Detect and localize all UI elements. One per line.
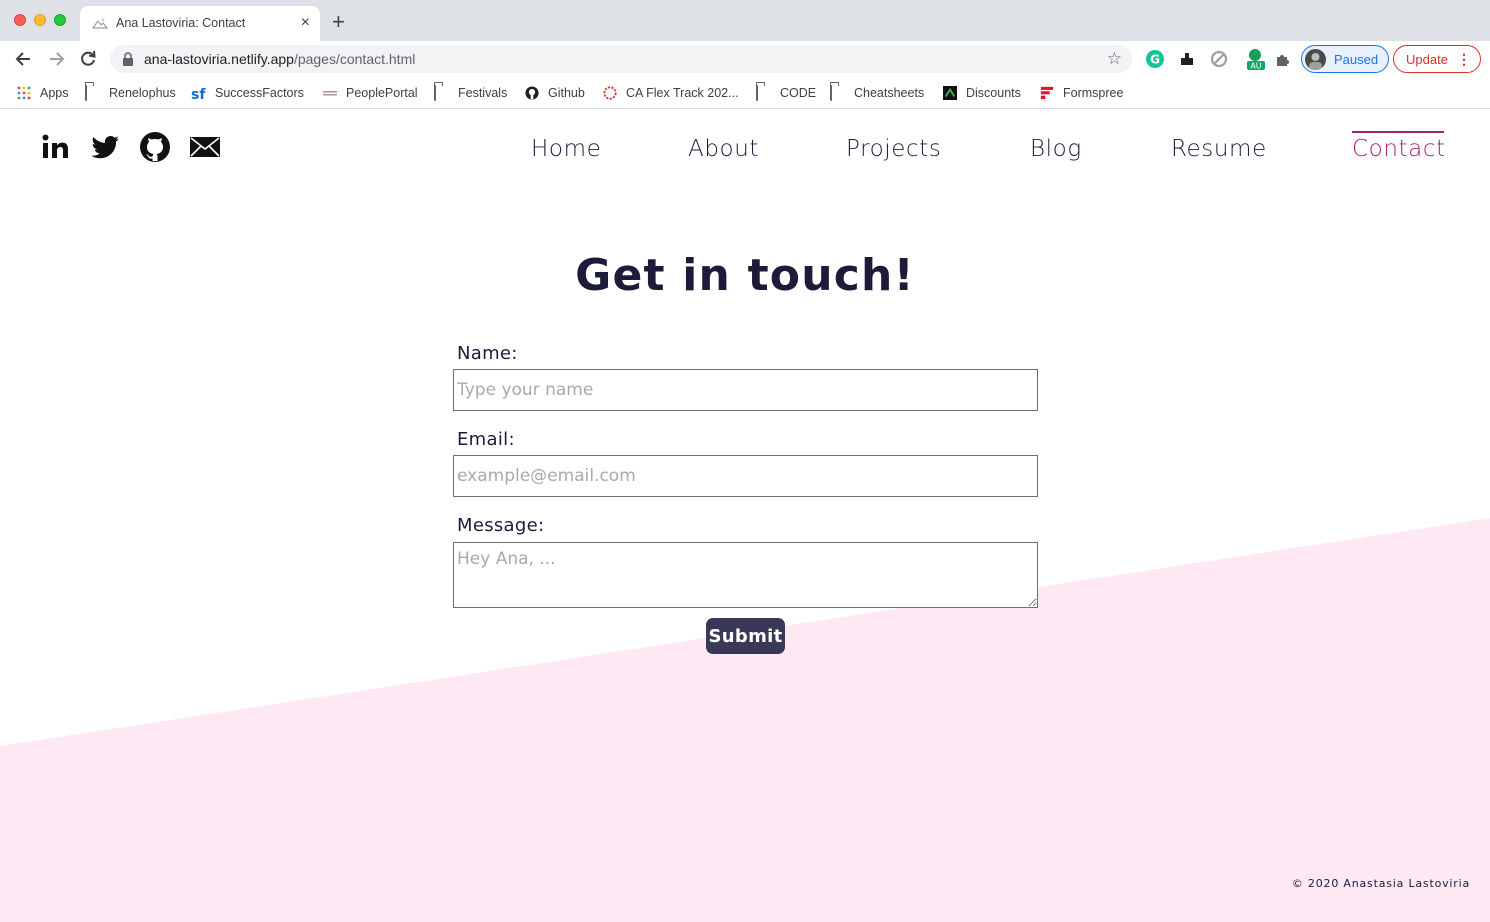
bookmark-label: Cheatsheets	[854, 86, 925, 100]
folder-icon	[434, 85, 450, 101]
bookmark-label: Formspree	[1063, 86, 1124, 100]
bookmark-renelophus[interactable]: Renelophus	[85, 84, 176, 102]
svg-text:G: G	[1150, 53, 1160, 67]
bookmark-code[interactable]: CODE	[756, 84, 816, 102]
back-arrow-icon[interactable]	[14, 49, 34, 69]
bookmark-label: Github	[548, 86, 585, 100]
apps-grid-icon	[17, 86, 31, 100]
extension-blocker-icon[interactable]	[1209, 49, 1229, 69]
nav-link-home[interactable]: Home	[531, 136, 601, 162]
tab-close-icon[interactable]: ×	[301, 14, 310, 32]
bookmarks-bar: Apps Renelophus sf SuccessFactors People…	[0, 77, 1490, 109]
nav-active-indicator	[1352, 131, 1444, 133]
name-input[interactable]	[453, 369, 1038, 411]
new-tab-button[interactable]: +	[332, 11, 345, 33]
nav-link-projects[interactable]: Projects	[846, 136, 941, 162]
svg-text:AU: AU	[1250, 62, 1261, 71]
ca-icon	[603, 86, 617, 100]
discounts-icon	[943, 86, 957, 100]
formspree-icon	[1040, 86, 1054, 100]
page-viewport: Home About Projects Blog Resume Contact …	[0, 110, 1490, 922]
address-bar[interactable]: ana-lastoviria.netlify.app/pages/contact…	[110, 45, 1132, 73]
bookmark-label: Apps	[40, 86, 69, 100]
bookmark-peopleportal[interactable]: PeoplePortal	[322, 84, 418, 102]
bookmark-apps[interactable]: Apps	[16, 84, 69, 102]
github-icon[interactable]	[138, 130, 172, 164]
bookmark-label: CODE	[780, 86, 817, 100]
update-label: Update	[1406, 52, 1448, 67]
profile-paused-button[interactable]: Paused	[1301, 45, 1389, 73]
browser-toolbar: ana-lastoviria.netlify.app/pages/contact…	[0, 41, 1490, 77]
grammarly-icon[interactable]: G	[1145, 49, 1165, 69]
bookmark-successfactors[interactable]: sf SuccessFactors	[191, 84, 304, 102]
pink-diagonal-band	[0, 518, 1490, 922]
bookmark-festivals[interactable]: Festivals	[434, 84, 507, 102]
github-icon	[525, 86, 539, 100]
avatar	[1305, 49, 1326, 70]
tab-title: Ana Lastoviria: Contact	[116, 16, 246, 30]
bookmark-label: CA Flex Track 202...	[626, 86, 739, 100]
browser-titlebar: Ana Lastoviria: Contact × +	[0, 0, 1490, 41]
extension-download-icon[interactable]	[1177, 49, 1197, 69]
message-textarea[interactable]	[453, 542, 1038, 608]
bookmark-label: Discounts	[966, 86, 1021, 100]
nav-link-resume[interactable]: Resume	[1171, 136, 1267, 162]
bookmark-star-icon[interactable]: ☆	[1107, 49, 1122, 69]
profile-paused-label: Paused	[1334, 52, 1379, 67]
reload-icon[interactable]	[78, 49, 98, 69]
forward-arrow-icon[interactable]	[46, 49, 66, 69]
maximize-window-button[interactable]	[54, 14, 66, 26]
folder-icon	[756, 85, 772, 101]
email-input[interactable]	[453, 455, 1038, 497]
email-icon[interactable]	[188, 130, 222, 164]
page-title: Get in touch!	[575, 250, 915, 301]
name-label: Name:	[457, 343, 518, 364]
extension-au-icon[interactable]: AU	[1245, 47, 1267, 71]
lock-icon	[123, 52, 133, 66]
email-label: Email:	[457, 429, 515, 450]
url-text: ana-lastoviria.netlify.app/pages/contact…	[144, 51, 415, 67]
chrome-menu-icon[interactable]: ⋮	[1457, 51, 1471, 67]
extensions-puzzle-icon[interactable]	[1273, 49, 1293, 69]
bookmark-discounts[interactable]: Discounts	[942, 84, 1021, 102]
twitter-icon[interactable]	[88, 130, 122, 164]
bookmark-formspree[interactable]: Formspree	[1039, 84, 1123, 102]
bookmark-label: PeoplePortal	[346, 86, 418, 100]
nav-link-about[interactable]: About	[688, 136, 759, 162]
nav-link-blog[interactable]: Blog	[1030, 136, 1082, 162]
url-host: ana-lastoviria.netlify.app	[144, 51, 294, 67]
bookmark-label: Festivals	[458, 86, 508, 100]
nav-link-contact[interactable]: Contact	[1352, 136, 1446, 162]
bookmark-label: Renelophus	[109, 86, 176, 100]
peopleportal-icon	[323, 91, 337, 96]
bookmark-cheatsheets[interactable]: Cheatsheets	[830, 84, 924, 102]
close-window-button[interactable]	[14, 14, 26, 26]
site-favicon-icon	[92, 18, 108, 29]
linkedin-icon[interactable]	[38, 130, 72, 164]
bookmark-github[interactable]: Github	[524, 84, 585, 102]
browser-tab-active[interactable]: Ana Lastoviria: Contact ×	[80, 6, 320, 41]
submit-button[interactable]: Submit	[706, 618, 785, 654]
folder-icon	[830, 85, 846, 101]
update-chrome-button[interactable]: Update ⋮	[1393, 45, 1481, 73]
bookmark-ca-flex-track[interactable]: CA Flex Track 202...	[602, 84, 739, 102]
message-label: Message:	[457, 515, 545, 536]
svg-text:sf: sf	[191, 87, 206, 100]
footer-copyright: © 2020 Anastasia Lastoviria	[1291, 877, 1470, 890]
successfactors-icon: sf	[191, 87, 206, 100]
minimize-window-button[interactable]	[34, 14, 46, 26]
folder-icon	[85, 85, 101, 101]
bookmark-label: SuccessFactors	[215, 86, 304, 100]
url-path: /pages/contact.html	[293, 51, 416, 67]
